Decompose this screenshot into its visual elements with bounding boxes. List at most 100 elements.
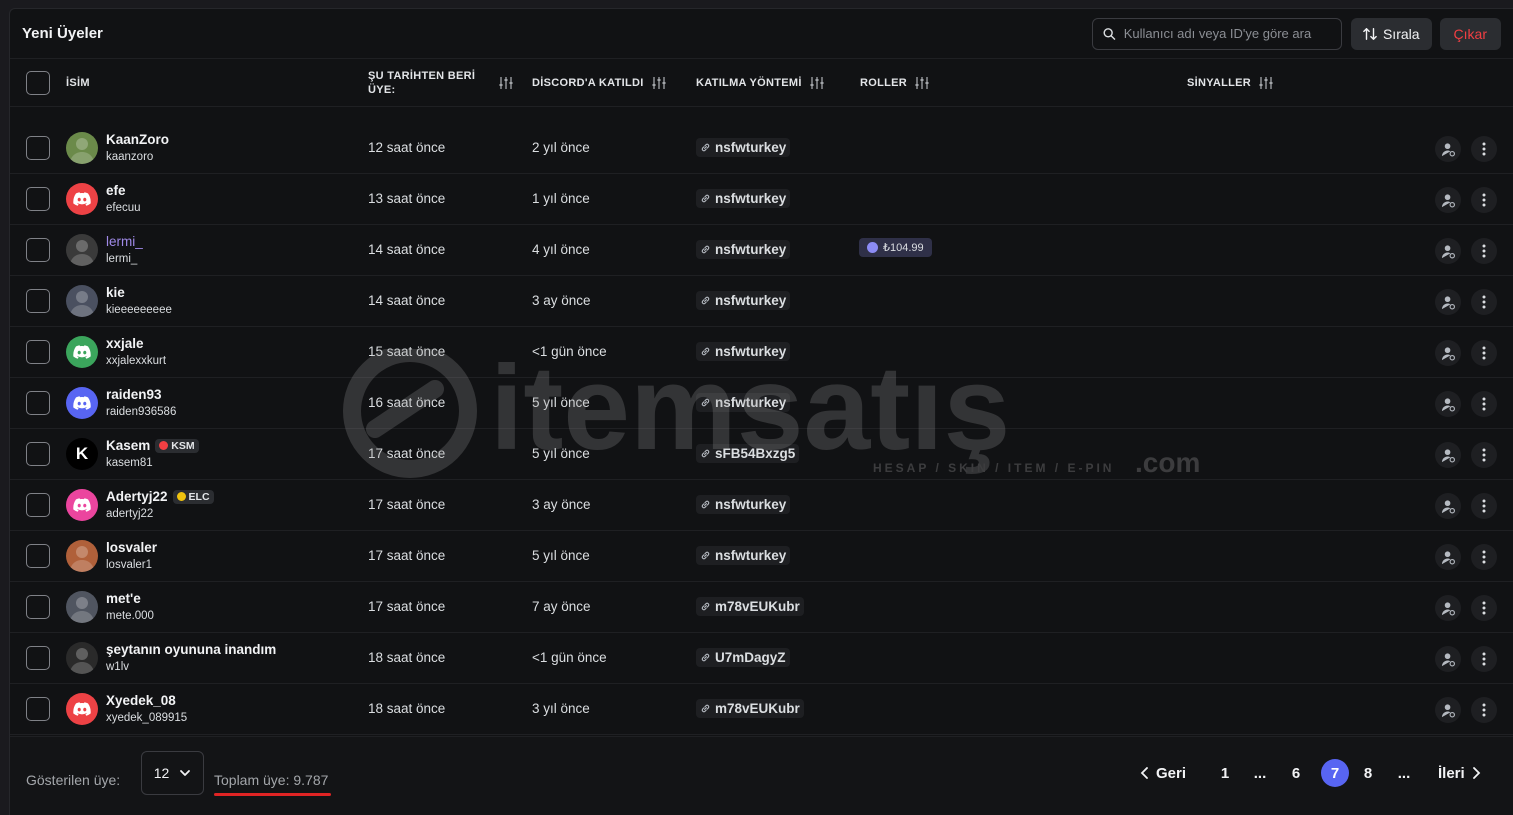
avatar[interactable] bbox=[66, 540, 98, 572]
page-8[interactable]: 8 bbox=[1361, 759, 1375, 787]
table-row[interactable]: met'e mete.000 17 saat önce 7 ay önce m7… bbox=[10, 582, 1513, 633]
row-checkbox[interactable] bbox=[26, 595, 50, 619]
row-checkbox[interactable] bbox=[26, 340, 50, 364]
view-profile-button[interactable] bbox=[1435, 493, 1461, 519]
member-display-name[interactable]: kie bbox=[106, 285, 125, 300]
table-row[interactable]: K Kasem KSM kasem81 17 saat önce 5 yıl ön… bbox=[10, 429, 1513, 480]
table-row[interactable]: KaanZoro kaanzoro 12 saat önce 2 yıl önc… bbox=[10, 123, 1513, 174]
column-member-since[interactable]: ŞU TARİHTEN BERİ ÜYE: bbox=[368, 69, 513, 97]
avatar[interactable] bbox=[66, 489, 98, 521]
column-joined-discord[interactable]: DİSCORD'A KATILDI bbox=[532, 76, 666, 90]
avatar[interactable] bbox=[66, 336, 98, 368]
member-display-name[interactable]: şeytanın oyununa inandım bbox=[106, 642, 276, 657]
invite-code[interactable]: m78vEUKubr bbox=[696, 699, 804, 718]
search-box[interactable] bbox=[1091, 17, 1342, 50]
view-profile-button[interactable] bbox=[1435, 391, 1461, 417]
member-display-name[interactable]: xxjale bbox=[106, 336, 144, 351]
table-row[interactable]: Xyedek_08 xyedek_089915 18 saat önce 3 y… bbox=[10, 684, 1513, 735]
table-row[interactable]: losvaler losvaler1 17 saat önce 5 yıl ön… bbox=[10, 531, 1513, 582]
avatar[interactable] bbox=[66, 591, 98, 623]
invite-code[interactable]: nsfwturkey bbox=[696, 393, 791, 412]
invite-code[interactable]: nsfwturkey bbox=[696, 495, 791, 514]
role-badge[interactable]: ₺104.99 bbox=[859, 238, 932, 257]
view-profile-button[interactable] bbox=[1435, 340, 1461, 366]
table-row[interactable]: lermi_ lermi_ 14 saat önce 4 yıl önce ns… bbox=[10, 225, 1513, 276]
more-options-button[interactable] bbox=[1471, 340, 1497, 366]
view-profile-button[interactable] bbox=[1435, 238, 1461, 264]
member-display-name[interactable]: lermi_ bbox=[106, 234, 143, 249]
column-join-method[interactable]: KATILMA YÖNTEMİ bbox=[696, 76, 824, 90]
view-profile-button[interactable] bbox=[1435, 442, 1461, 468]
row-checkbox[interactable] bbox=[26, 544, 50, 568]
more-options-button[interactable] bbox=[1471, 187, 1497, 213]
member-display-name[interactable]: efe bbox=[106, 183, 126, 198]
page-1[interactable]: 1 bbox=[1218, 759, 1232, 787]
next-page-button[interactable]: İleri bbox=[1438, 759, 1481, 787]
more-options-button[interactable] bbox=[1471, 646, 1497, 672]
row-checkbox[interactable] bbox=[26, 136, 50, 160]
more-options-button[interactable] bbox=[1471, 136, 1497, 162]
avatar[interactable] bbox=[66, 234, 98, 266]
table-row[interactable]: raiden93 raiden936586 16 saat önce 5 yıl… bbox=[10, 378, 1513, 429]
invite-code[interactable]: nsfwturkey bbox=[696, 342, 791, 361]
row-checkbox[interactable] bbox=[26, 442, 50, 466]
filter-icon[interactable] bbox=[915, 76, 929, 90]
sort-button[interactable]: Sırala bbox=[1350, 17, 1432, 50]
avatar[interactable] bbox=[66, 693, 98, 725]
table-row[interactable]: xxjale xxjalexxkurt 15 saat önce <1 gün … bbox=[10, 327, 1513, 378]
row-checkbox[interactable] bbox=[26, 238, 50, 262]
column-signals[interactable]: SİNYALLER bbox=[1187, 76, 1273, 90]
more-options-button[interactable] bbox=[1471, 595, 1497, 621]
search-input[interactable] bbox=[1123, 26, 1331, 41]
view-profile-button[interactable] bbox=[1435, 289, 1461, 315]
filter-icon[interactable] bbox=[1259, 76, 1273, 90]
page-6[interactable]: 6 bbox=[1289, 759, 1303, 787]
member-display-name[interactable]: Adertyj22 ELC bbox=[106, 489, 214, 504]
invite-code[interactable]: nsfwturkey bbox=[696, 240, 791, 259]
view-profile-button[interactable] bbox=[1435, 187, 1461, 213]
row-checkbox[interactable] bbox=[26, 493, 50, 517]
table-row[interactable]: efe efecuu 13 saat önce 1 yıl önce nsfwt… bbox=[10, 174, 1513, 225]
member-display-name[interactable]: raiden93 bbox=[106, 387, 162, 402]
member-display-name[interactable]: Kasem KSM bbox=[106, 438, 199, 453]
member-display-name[interactable]: losvaler bbox=[106, 540, 157, 555]
more-options-button[interactable] bbox=[1471, 493, 1497, 519]
member-display-name[interactable]: met'e bbox=[106, 591, 141, 606]
row-checkbox[interactable] bbox=[26, 646, 50, 670]
invite-code[interactable]: U7mDagyZ bbox=[696, 648, 790, 667]
filter-icon[interactable] bbox=[499, 76, 513, 90]
invite-code[interactable]: nsfwturkey bbox=[696, 138, 791, 157]
column-roles[interactable]: ROLLER bbox=[860, 76, 929, 90]
more-options-button[interactable] bbox=[1471, 391, 1497, 417]
table-row[interactable]: Adertyj22 ELC adertyj22 17 saat önce 3 ay… bbox=[10, 480, 1513, 531]
avatar[interactable] bbox=[66, 387, 98, 419]
view-profile-button[interactable] bbox=[1435, 646, 1461, 672]
row-checkbox[interactable] bbox=[26, 187, 50, 211]
more-options-button[interactable] bbox=[1471, 442, 1497, 468]
page-7-current[interactable]: 7 bbox=[1321, 759, 1349, 787]
more-options-button[interactable] bbox=[1471, 289, 1497, 315]
invite-code[interactable]: nsfwturkey bbox=[696, 546, 791, 565]
avatar[interactable] bbox=[66, 285, 98, 317]
view-profile-button[interactable] bbox=[1435, 697, 1461, 723]
filter-icon[interactable] bbox=[652, 76, 666, 90]
invite-code[interactable]: nsfwturkey bbox=[696, 189, 791, 208]
view-profile-button[interactable] bbox=[1435, 544, 1461, 570]
avatar[interactable] bbox=[66, 132, 98, 164]
view-profile-button[interactable] bbox=[1435, 595, 1461, 621]
row-checkbox[interactable] bbox=[26, 391, 50, 415]
view-profile-button[interactable] bbox=[1435, 136, 1461, 162]
select-all-checkbox[interactable] bbox=[26, 70, 50, 95]
table-row[interactable]: kie kieeeeeeeee 14 saat önce 3 ay önce n… bbox=[10, 276, 1513, 327]
more-options-button[interactable] bbox=[1471, 544, 1497, 570]
table-row[interactable]: şeytanın oyununa inandım w1lv 18 saat ön… bbox=[10, 633, 1513, 684]
row-checkbox[interactable] bbox=[26, 289, 50, 313]
more-options-button[interactable] bbox=[1471, 697, 1497, 723]
avatar[interactable]: K bbox=[66, 438, 98, 470]
filter-icon[interactable] bbox=[810, 76, 824, 90]
kick-button[interactable]: Çıkar bbox=[1439, 17, 1501, 50]
avatar[interactable] bbox=[66, 183, 98, 215]
invite-code[interactable]: sFB54Bxzg5 bbox=[696, 444, 800, 463]
avatar[interactable] bbox=[66, 642, 98, 674]
member-display-name[interactable]: KaanZoro bbox=[106, 132, 169, 147]
